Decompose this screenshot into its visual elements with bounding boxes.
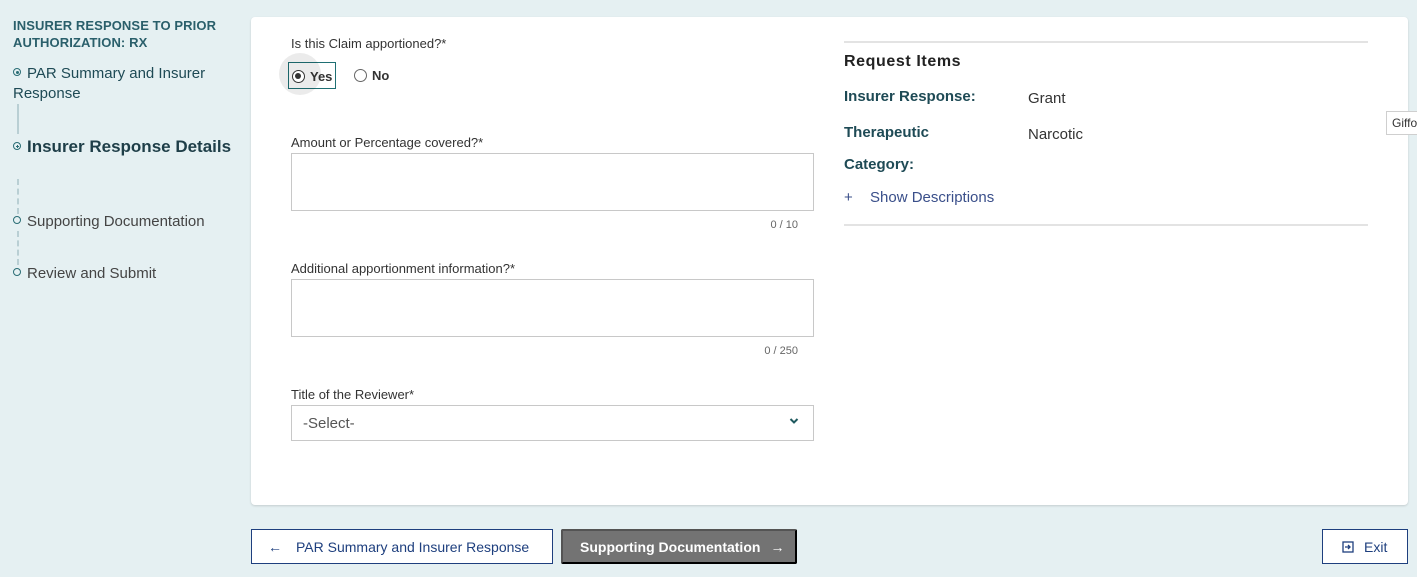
- show-descriptions-link[interactable]: + Show Descriptions: [844, 189, 994, 206]
- radio-unchecked-icon: [354, 69, 367, 82]
- sidebar-title: INSURER RESPONSE TO PRIOR AUTHORIZATION:…: [13, 18, 217, 50]
- therapeutic-category-value: Narcotic: [1028, 126, 1084, 143]
- next-button[interactable]: Supporting Documentation →: [561, 529, 797, 564]
- therapeutic-category-key-line1: Therapeutic: [844, 124, 930, 141]
- insurer-response-key: Insurer Response:: [844, 88, 976, 105]
- amount-input[interactable]: [291, 153, 814, 211]
- step-connector: [17, 104, 19, 134]
- arrow-right-icon: →: [770, 538, 785, 555]
- radio-filled-icon: [13, 68, 21, 76]
- reviewer-title-select[interactable]: -Select-: [291, 405, 814, 441]
- back-button[interactable]: ← PAR Summary and Insurer Response: [251, 529, 553, 564]
- step-connector: [17, 231, 19, 265]
- radio-checked-icon: [292, 69, 305, 83]
- circle-outline-icon: [13, 268, 21, 276]
- progress-sidebar: INSURER RESPONSE TO PRIOR AUTHORIZATION:…: [13, 17, 233, 282]
- apportioned-label: Is this Claim apportioned?*: [291, 36, 447, 51]
- next-button-label: Supporting Documentation: [580, 538, 761, 555]
- step-label: Review and Submit: [27, 265, 157, 282]
- divider: [844, 41, 1368, 43]
- exit-button[interactable]: Exit: [1322, 529, 1408, 564]
- step-supporting-documentation[interactable]: Supporting Documentation: [13, 212, 233, 232]
- exit-icon: [1342, 540, 1354, 553]
- insurer-response-value: Grant: [1028, 90, 1066, 107]
- step-label: PAR Summary and Insurer Response: [13, 65, 206, 102]
- form-card: Is this Claim apportioned?* Yes No Amoun…: [251, 17, 1408, 505]
- select-value: -Select-: [303, 414, 355, 432]
- radio-no[interactable]: No: [354, 68, 389, 83]
- step-label: Insurer Response Details: [27, 137, 232, 156]
- circle-outline-icon: [13, 216, 21, 224]
- request-items-title: Request Items: [844, 53, 962, 70]
- back-button-label: PAR Summary and Insurer Response: [296, 538, 530, 555]
- tooltip: Giffo: [1386, 111, 1417, 135]
- show-descriptions-label: Show Descriptions: [870, 189, 995, 206]
- radio-no-label: No: [372, 68, 390, 83]
- additional-info-label: Additional apportionment information?*: [291, 261, 516, 276]
- step-insurer-response-details[interactable]: Insurer Response Details: [13, 136, 233, 158]
- step-par-summary[interactable]: PAR Summary and Insurer Response: [13, 64, 233, 104]
- amount-char-counter: 0 / 10: [770, 219, 798, 231]
- plus-circle-icon: [13, 142, 21, 150]
- amount-label: Amount or Percentage covered?*: [291, 135, 484, 150]
- therapeutic-category-key-line2: Category:: [844, 156, 915, 173]
- arrow-left-icon: ←: [268, 538, 282, 555]
- reviewer-title-label: Title of the Reviewer*: [291, 387, 415, 402]
- additional-info-input[interactable]: [291, 279, 814, 337]
- step-review-and-submit[interactable]: Review and Submit: [13, 264, 233, 284]
- step-connector: [17, 179, 19, 214]
- additional-info-char-counter: 0 / 250: [764, 345, 798, 357]
- radio-yes[interactable]: Yes: [279, 53, 337, 95]
- divider: [844, 224, 1368, 226]
- chevron-down-icon: [789, 418, 799, 424]
- exit-button-label: Exit: [1364, 538, 1388, 555]
- plus-icon: +: [844, 189, 853, 206]
- step-label: Supporting Documentation: [27, 213, 205, 230]
